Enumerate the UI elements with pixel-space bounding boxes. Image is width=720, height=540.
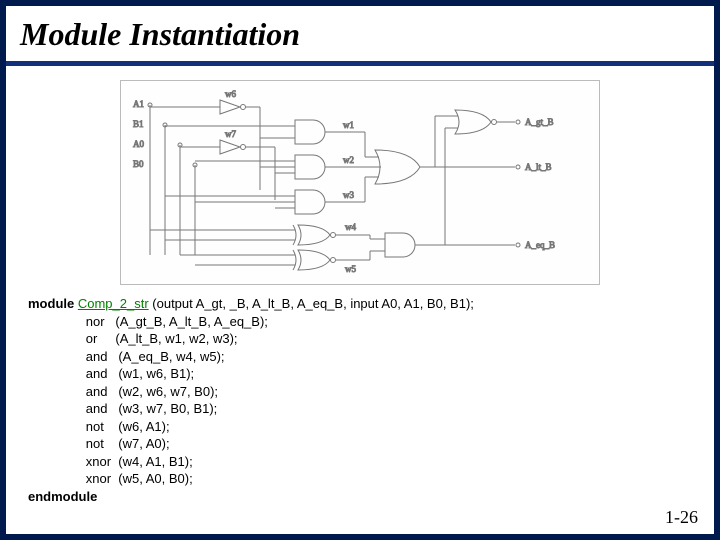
label-w1: w1 bbox=[343, 120, 354, 130]
label-a-gt-b: A_gt_B bbox=[525, 117, 554, 127]
circuit-diagram: A1 B1 A0 B0 w bbox=[120, 80, 600, 285]
label-w5: w5 bbox=[345, 264, 356, 274]
label-a1: A1 bbox=[133, 99, 144, 109]
label-w3: w3 bbox=[343, 190, 354, 200]
module-name: Comp_2_str bbox=[78, 296, 149, 311]
nor-gate-agtb bbox=[435, 110, 515, 240]
xnor-gate-w4 bbox=[150, 225, 370, 245]
gate-schematic: A1 B1 A0 B0 w bbox=[125, 85, 595, 280]
xnor-gate-w5 bbox=[180, 250, 370, 270]
kw-module: module bbox=[28, 296, 74, 311]
and-gate-aeqb bbox=[370, 233, 515, 260]
and-gate-w1 bbox=[165, 120, 365, 144]
label-a-lt-b: A_lt_B bbox=[525, 162, 552, 172]
verilog-code-block: module Comp_2_str (output A_gt, _B, A_lt… bbox=[6, 295, 714, 506]
code-body: nor (A_gt_B, A_lt_B, A_eq_B); or (A_lt_B… bbox=[28, 313, 714, 488]
label-w7: w7 bbox=[225, 129, 236, 139]
module-ports: (output A_gt, _B, A_lt_B, A_eq_B, input … bbox=[149, 296, 474, 311]
label-w2: w2 bbox=[343, 155, 354, 165]
label-w4: w4 bbox=[345, 222, 356, 232]
label-b1: B1 bbox=[133, 119, 144, 129]
kw-endmodule: endmodule bbox=[28, 489, 97, 504]
label-a0: A0 bbox=[133, 139, 144, 149]
label-a-eq-b: A_eq_B bbox=[525, 240, 555, 250]
label-w6: w6 bbox=[225, 89, 236, 99]
and-gate-w2 bbox=[195, 155, 365, 179]
module-decl-line: module Comp_2_str (output A_gt, _B, A_lt… bbox=[28, 295, 714, 313]
not-gate-w7 bbox=[180, 140, 275, 200]
slide-title: Module Instantiation bbox=[6, 6, 714, 66]
label-b0: B0 bbox=[133, 159, 144, 169]
page-number: 1-26 bbox=[665, 507, 698, 528]
or-gate-altb bbox=[365, 132, 515, 202]
